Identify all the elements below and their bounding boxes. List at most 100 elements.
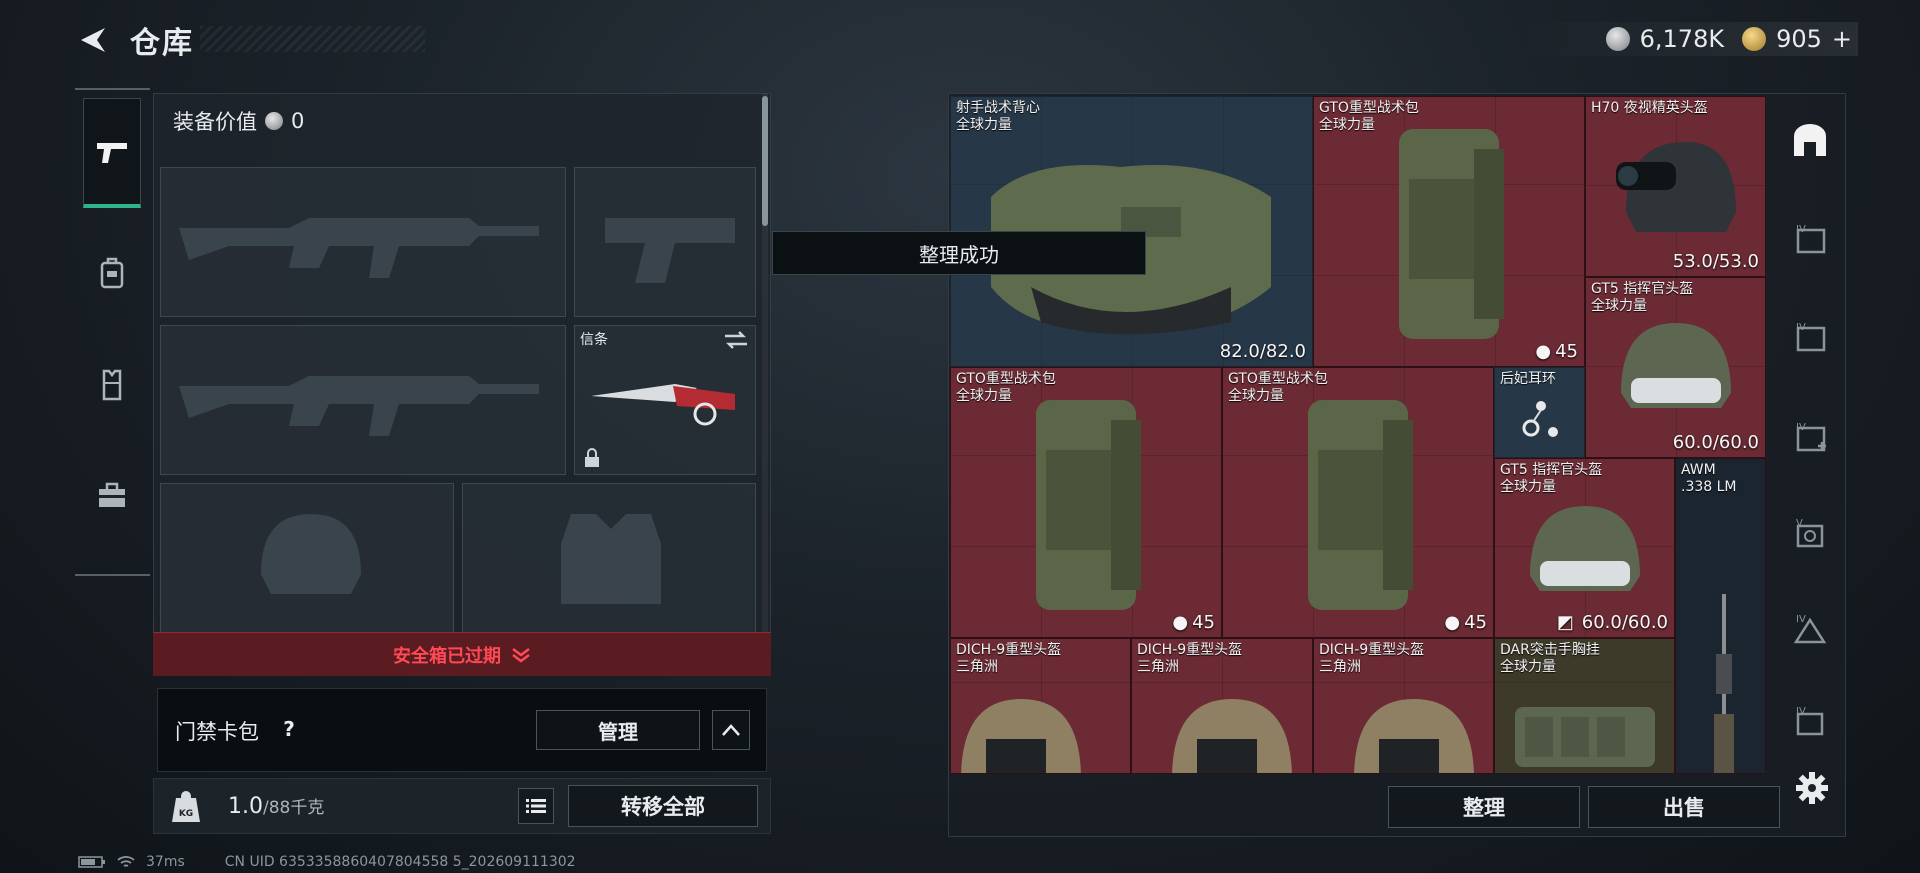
item-name: GT5 指挥官头盔 全球力量: [1500, 462, 1603, 495]
inventory-item[interactable]: DICH-9重型头盔 三角洲: [1131, 638, 1313, 774]
item-name: 射手战术背心 全球力量: [956, 100, 1040, 133]
item-capacity: ● 45: [1535, 341, 1578, 362]
inventory-item[interactable]: DICH-9重型头盔 三角洲: [950, 638, 1131, 774]
item-name: H70 夜视精英头盔: [1591, 100, 1708, 116]
capacity-icon: ●: [1172, 612, 1189, 633]
filter-tier-button[interactable]: IV: [1784, 604, 1836, 656]
item-capacity: ● 45: [1444, 612, 1487, 633]
inventory-item[interactable]: DICH-9重型头盔 三角洲: [1313, 638, 1494, 774]
tab-toolbox[interactable]: [83, 440, 141, 550]
svg-text:IV: IV: [1796, 614, 1806, 625]
inventory-item[interactable]: GT5 指挥官头盔 全球力量 ◩ 60.0/60.0: [1494, 458, 1675, 638]
collapse-button[interactable]: [712, 710, 750, 750]
add-currency-button[interactable]: +: [1832, 25, 1852, 53]
list-icon: [526, 799, 546, 813]
item-name: DICH-9重型头盔 三角洲: [1137, 642, 1243, 675]
filter-tier-button[interactable]: IV: [1784, 312, 1836, 364]
filter-iv-icon: IV: [1793, 614, 1827, 644]
commander-helmet-icon: [1530, 506, 1640, 591]
pistol-silhouette-icon: [605, 218, 735, 283]
toast-message: 整理成功: [772, 231, 1146, 275]
item-name: GTO重型战术包 全球力量: [1319, 100, 1419, 133]
settings-button[interactable]: [1792, 768, 1832, 808]
silver-currency-value: 6,178K: [1639, 25, 1725, 53]
helmet-slot[interactable]: [160, 483, 454, 633]
filter-tier-button[interactable]: V: [1784, 508, 1836, 560]
inventory-grid: 射手战术背心 全球力量 82.0/82.0 GTO重型战术包 全球力量 ● 45 H7…: [950, 96, 1768, 774]
filter-iv-icon: IV: [1796, 706, 1824, 736]
status-bar: 37ms CN UID 6353358860407804558 5_202609…: [78, 852, 576, 872]
gold-currency-value: 905: [1776, 25, 1822, 53]
item-name: DAR突击手胸挂 全球力量: [1500, 642, 1600, 675]
item-name: GTO重型战术包 全球力量: [1228, 371, 1328, 404]
inventory-item[interactable]: H70 夜视精英头盔 53.0/53.0: [1585, 96, 1766, 277]
inventory-item[interactable]: 后妃耳环: [1494, 367, 1585, 458]
inventory-item[interactable]: GTO重型战术包 全球力量 ● 45: [950, 367, 1222, 638]
capacity-icon: ●: [1444, 612, 1461, 633]
primary-weapon-slot[interactable]: [160, 167, 566, 317]
filter-all-button[interactable]: [1784, 114, 1836, 166]
keycard-label: 门禁卡包: [175, 720, 259, 744]
help-button[interactable]: ?: [274, 714, 304, 744]
item-durability: 82.0/82.0: [1219, 341, 1306, 362]
wifi-icon: [117, 856, 135, 867]
item-durability: ◩ 60.0/60.0: [1556, 612, 1668, 633]
ping-value: 37ms: [146, 854, 185, 870]
filter-v-icon: V: [1796, 518, 1824, 548]
inventory-item[interactable]: AWM .338 LM: [1675, 458, 1766, 774]
inventory-item[interactable]: DAR突击手胸挂 全球力量: [1494, 638, 1675, 774]
helmet-silhouette-icon: [261, 514, 361, 594]
night-vision-helmet-icon: [1616, 142, 1736, 232]
equipment-value-amount: 0: [291, 109, 305, 133]
backpack-icon: [1399, 129, 1504, 339]
filter-tier-button[interactable]: IV: [1784, 696, 1836, 748]
list-view-button[interactable]: [518, 788, 554, 824]
equipment-scroll-thumb[interactable]: [762, 96, 768, 226]
user-id: CN UID 6353358860407804558 5_20260911130…: [224, 854, 576, 870]
manage-button[interactable]: 管理: [536, 710, 700, 750]
item-name: DICH-9重型头盔 三角洲: [956, 642, 1062, 675]
svg-text:IV: IV: [1796, 706, 1806, 717]
pistol-slot[interactable]: [574, 167, 756, 317]
inventory-item[interactable]: GTO重型战术包 全球力量 ● 45: [1313, 96, 1585, 367]
currency-bar: 6,178K 905 +: [1518, 22, 1858, 56]
transfer-all-button[interactable]: 转移全部: [568, 785, 758, 827]
inventory-item[interactable]: GT5 指挥官头盔 全球力量 60.0/60.0: [1585, 277, 1766, 458]
heavy-helmet-icon: [961, 699, 1081, 773]
title-decoration: [200, 26, 425, 52]
armor-silhouette-icon: [561, 514, 661, 604]
chest-rig-icon: [1515, 707, 1655, 767]
inventory-filter-bar: IV IV IV V IV IV: [1778, 96, 1842, 776]
tab-weapons[interactable]: [83, 98, 141, 208]
secondary-weapon-slot[interactable]: [160, 325, 566, 475]
filter-iv-icon: IV: [1796, 322, 1826, 352]
safe-box-expired-bar[interactable]: 安全箱已过期: [153, 632, 771, 676]
sniper-rifle-icon: [1714, 594, 1734, 773]
armor-slot[interactable]: [462, 483, 756, 633]
commander-helmet-icon: [1621, 323, 1731, 408]
sell-button[interactable]: 出售: [1588, 786, 1780, 828]
backpack-icon: [100, 257, 124, 289]
page-title: 仓库: [130, 26, 194, 61]
svg-text:IV: IV: [1796, 422, 1806, 433]
backpack-icon: [1308, 400, 1413, 610]
item-durability: 60.0/60.0: [1672, 432, 1759, 453]
svg-text:KG: KG: [179, 809, 193, 819]
filter-tier-button[interactable]: IV: [1784, 412, 1836, 464]
rifle-silhouette-icon: [179, 376, 539, 436]
sort-button[interactable]: 整理: [1388, 786, 1580, 828]
item-name: DICH-9重型头盔 三角洲: [1319, 642, 1425, 675]
heavy-helmet-icon: [1354, 699, 1474, 773]
back-button[interactable]: [72, 20, 112, 60]
back-arrow-icon: [81, 28, 105, 52]
inventory-item[interactable]: GTO重型战术包 全球力量 ● 45: [1222, 367, 1494, 638]
swap-icon[interactable]: [723, 330, 749, 350]
pistol-icon: [97, 142, 127, 163]
weight-value: 1.0/88千克: [228, 793, 324, 819]
melee-slot[interactable]: 信条: [574, 325, 756, 475]
double-chevron-down-icon: [512, 647, 530, 663]
tab-vest[interactable]: [83, 330, 141, 440]
tab-backpack[interactable]: [83, 218, 141, 328]
svg-text:IV: IV: [1796, 224, 1806, 235]
filter-tier-button[interactable]: IV: [1784, 214, 1836, 266]
